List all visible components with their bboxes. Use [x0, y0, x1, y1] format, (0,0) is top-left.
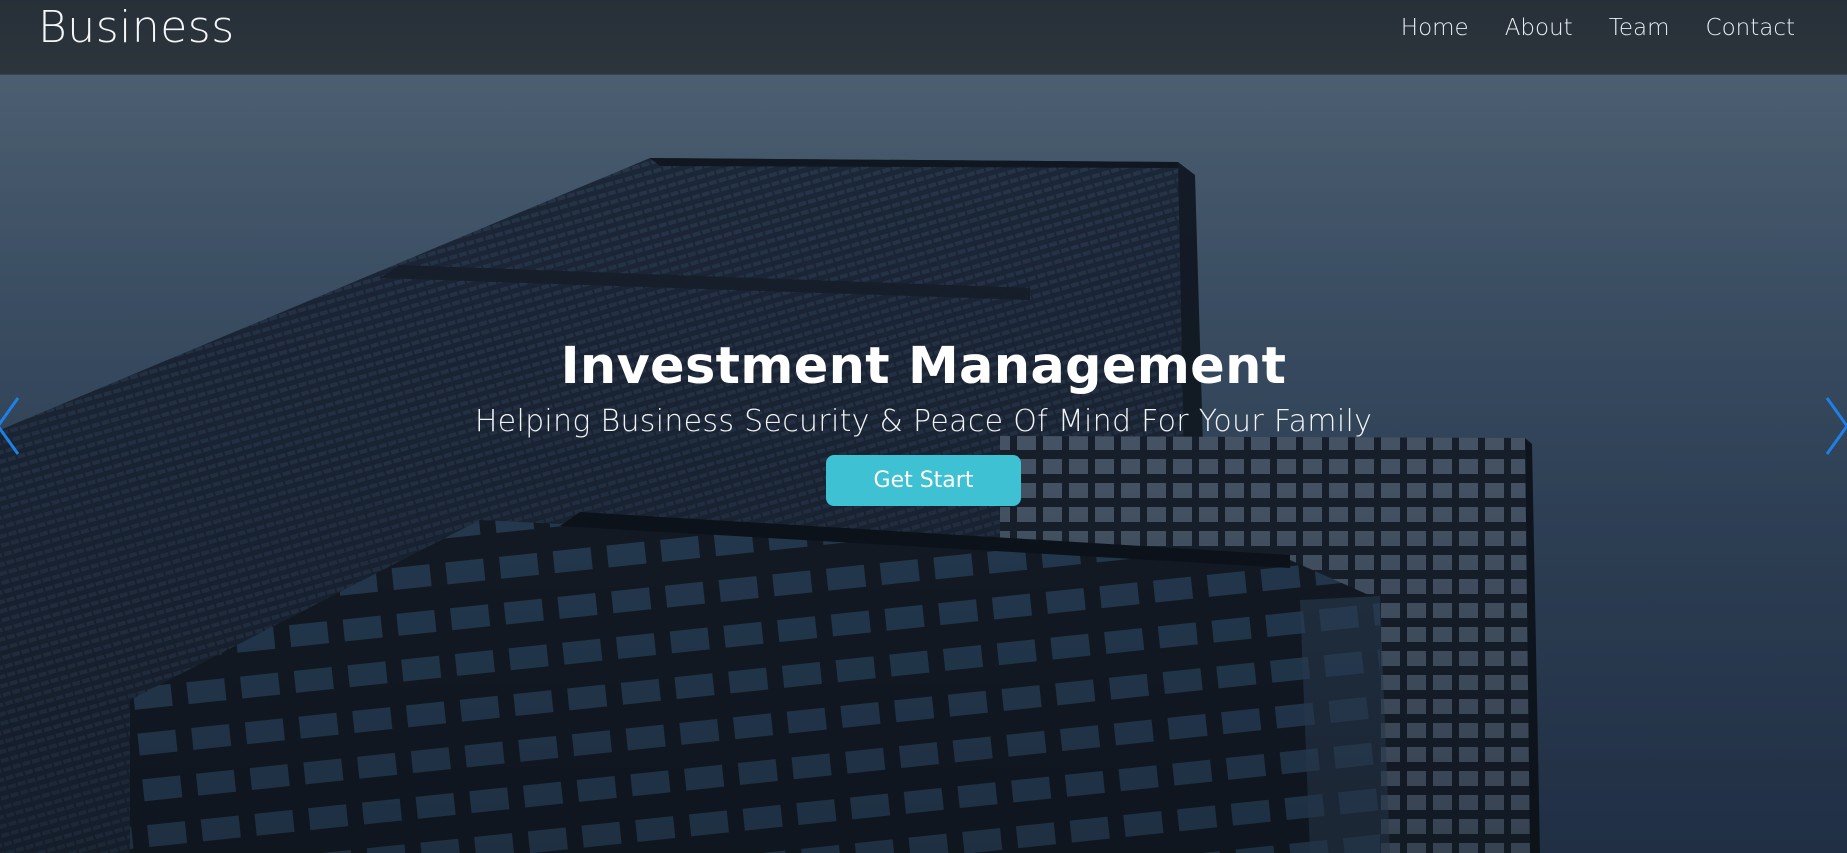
nav-link-team[interactable]: Team	[1609, 12, 1670, 44]
top-navbar: Business Home About Team Contact	[0, 0, 1847, 75]
nav-link-contact[interactable]: Contact	[1706, 12, 1795, 44]
main-nav: Home About Team Contact	[1401, 12, 1795, 44]
nav-link-about[interactable]: About	[1505, 12, 1573, 44]
carousel-caption: Investment Management Helping Business S…	[0, 335, 1847, 506]
get-start-button[interactable]: Get Start	[826, 455, 1021, 506]
hero-subheadline: Helping Business Security & Peace Of Min…	[474, 404, 1373, 439]
brand-logo[interactable]: Business	[38, 2, 235, 54]
hero-headline: Investment Management	[560, 337, 1287, 396]
nav-link-home[interactable]: Home	[1401, 12, 1469, 44]
